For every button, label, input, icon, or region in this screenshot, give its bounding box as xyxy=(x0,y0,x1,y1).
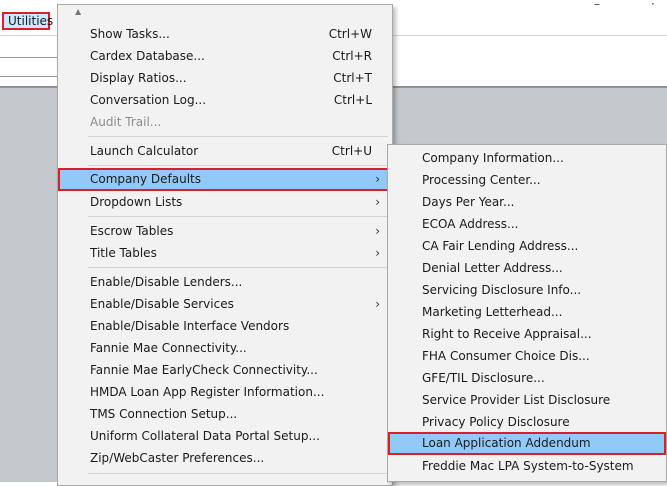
submenu-item-gfe-til-disclosure[interactable]: GFE/TIL Disclosure... xyxy=(388,367,666,389)
submenu-item-processing-center[interactable]: Processing Center... xyxy=(388,169,666,191)
menu-item-label: Escrow Tables xyxy=(90,224,174,238)
scroll-up-icon[interactable]: ▲ xyxy=(75,7,81,16)
submenu-item-label: Loan Application Addendum xyxy=(422,436,591,450)
menu-item-label: Display Ratios... xyxy=(90,71,187,85)
menu-item-enable-disable-lenders[interactable]: Enable/Disable Lenders... xyxy=(58,271,392,293)
submenu-item-service-provider-list[interactable]: Service Provider List Disclosure xyxy=(388,389,666,411)
submenu-item-label: FHA Consumer Choice Dis... xyxy=(422,349,590,363)
menu-separator xyxy=(88,136,388,137)
menu-item-label: Enable/Disable Interface Vendors xyxy=(90,319,290,333)
menu-item-fannie-mae-earlycheck[interactable]: Fannie Mae EarlyCheck Connectivity... xyxy=(58,359,392,381)
submenu-item-label: Denial Letter Address... xyxy=(422,261,563,275)
submenu-item-label: Right to Receive Appraisal... xyxy=(422,327,592,341)
submenu-item-label: Company Information... xyxy=(422,151,564,165)
menu-item-label: Cardex Database... xyxy=(90,49,205,63)
menu-item-label: Enable/Disable Services xyxy=(90,297,234,311)
submenu-item-label: Privacy Policy Disclosure xyxy=(422,415,570,429)
menu-item-escrow-tables[interactable]: Escrow Tables › xyxy=(58,220,392,242)
submenu-item-right-to-receive-appraisal[interactable]: Right to Receive Appraisal... xyxy=(388,323,666,345)
submenu-item-label: Servicing Disclosure Info... xyxy=(422,283,582,297)
submenu-item-privacy-policy-disclosure[interactable]: Privacy Policy Disclosure xyxy=(388,411,666,433)
window-control-icon[interactable]: · xyxy=(651,0,655,11)
shortcut-label: Ctrl+U xyxy=(331,144,372,158)
menu-item-label: Dropdown Lists xyxy=(90,195,183,209)
submenu-item-denial-letter-address[interactable]: Denial Letter Address... xyxy=(388,257,666,279)
utilities-menu: ▲ Show Tasks... Ctrl+W Cardex Database..… xyxy=(57,4,393,486)
menu-item-ucdp-setup[interactable]: Uniform Collateral Data Portal Setup... xyxy=(58,425,392,447)
submenu-item-label: Marketing Letterhead... xyxy=(422,305,563,319)
submenu-item-loan-application-addendum[interactable]: Loan Application Addendum xyxy=(388,432,666,455)
menu-item-label: Launch Calculator xyxy=(90,144,199,158)
submenu-item-servicing-disclosure-info[interactable]: Servicing Disclosure Info... xyxy=(388,279,666,301)
submenu-item-label: ECOA Address... xyxy=(422,217,519,231)
menu-separator xyxy=(88,267,388,268)
menu-item-conversation-log[interactable]: Conversation Log... Ctrl+L xyxy=(58,89,392,111)
submenu-item-label: GFE/TIL Disclosure... xyxy=(422,371,545,385)
minimize-icon[interactable]: – xyxy=(594,0,600,11)
menu-item-cardex-database[interactable]: Cardex Database... Ctrl+R xyxy=(58,45,392,67)
menu-separator xyxy=(88,216,388,217)
menu-item-tms-connection-setup[interactable]: TMS Connection Setup... xyxy=(58,403,392,425)
submenu-item-label: Freddie Mac LPA System-to-System xyxy=(422,459,634,473)
company-defaults-submenu: Company Information... Processing Center… xyxy=(387,144,667,482)
menu-item-label: Enable/Disable Lenders... xyxy=(90,275,243,289)
submenu-item-label: Service Provider List Disclosure xyxy=(422,393,611,407)
menu-item-label: Audit Trail... xyxy=(90,115,162,129)
submenu-item-days-per-year[interactable]: Days Per Year... xyxy=(388,191,666,213)
menu-item-label: Show Tasks... xyxy=(90,27,170,41)
submenu-item-ecoa-address[interactable]: ECOA Address... xyxy=(388,213,666,235)
submenu-item-company-information[interactable]: Company Information... xyxy=(388,147,666,169)
menu-item-enable-disable-interface-vendors[interactable]: Enable/Disable Interface Vendors xyxy=(58,315,392,337)
menu-item-label: Company Defaults xyxy=(90,172,201,186)
submenu-item-label: CA Fair Lending Address... xyxy=(422,239,579,253)
shortcut-label: Ctrl+T xyxy=(333,71,372,85)
menu-item-label: Uniform Collateral Data Portal Setup... xyxy=(90,429,320,443)
menu-item-company-defaults[interactable]: Company Defaults › xyxy=(58,168,392,191)
menu-item-hmda-loan-app-register[interactable]: HMDA Loan App Register Information... xyxy=(58,381,392,403)
menu-item-label: Fannie Mae EarlyCheck Connectivity... xyxy=(90,363,318,377)
menu-separator xyxy=(88,473,388,474)
chevron-right-icon: › xyxy=(375,172,380,186)
menu-item-launch-calculator[interactable]: Launch Calculator Ctrl+U xyxy=(58,140,392,162)
menu-item-show-tasks[interactable]: Show Tasks... Ctrl+W xyxy=(58,23,392,45)
menu-item-fannie-mae-connectivity[interactable]: Fannie Mae Connectivity... xyxy=(58,337,392,359)
menu-item-audit-trail: Audit Trail... xyxy=(58,111,392,133)
menu-item-label: Fannie Mae Connectivity... xyxy=(90,341,247,355)
submenu-item-label: Processing Center... xyxy=(422,173,541,187)
shortcut-label: Ctrl+R xyxy=(332,49,372,63)
menu-item-enable-disable-services[interactable]: Enable/Disable Services › xyxy=(58,293,392,315)
chevron-right-icon: › xyxy=(375,195,380,209)
submenu-item-marketing-letterhead[interactable]: Marketing Letterhead... xyxy=(388,301,666,323)
menu-item-display-ratios[interactable]: Display Ratios... Ctrl+T xyxy=(58,67,392,89)
menu-item-dropdown-lists[interactable]: Dropdown Lists › xyxy=(58,191,392,213)
menu-item-label: Zip/WebCaster Preferences... xyxy=(90,451,265,465)
shortcut-label: Ctrl+W xyxy=(328,27,372,41)
submenu-item-freddie-mac-lpa[interactable]: Freddie Mac LPA System-to-System xyxy=(388,455,666,477)
menu-item-label: Title Tables xyxy=(90,246,157,260)
menu-item-title-tables[interactable]: Title Tables › xyxy=(58,242,392,264)
submenu-item-fha-consumer-choice[interactable]: FHA Consumer Choice Dis... xyxy=(388,345,666,367)
toolbar-field[interactable] xyxy=(0,57,57,77)
submenu-item-ca-fair-lending-address[interactable]: CA Fair Lending Address... xyxy=(388,235,666,257)
chevron-right-icon: › xyxy=(375,297,380,311)
menu-item-zip-webcaster-preferences[interactable]: Zip/WebCaster Preferences... xyxy=(58,447,392,469)
submenu-item-label: Days Per Year... xyxy=(422,195,515,209)
menu-item-label: Conversation Log... xyxy=(90,93,207,107)
menu-utilities[interactable]: Utilities xyxy=(2,12,53,30)
menu-separator xyxy=(88,165,388,166)
shortcut-label: Ctrl+L xyxy=(333,93,372,107)
menu-item-label: TMS Connection Setup... xyxy=(90,407,238,421)
menu-item-label: HMDA Loan App Register Information... xyxy=(90,385,325,399)
chevron-right-icon: › xyxy=(375,224,380,238)
chevron-right-icon: › xyxy=(375,246,380,260)
